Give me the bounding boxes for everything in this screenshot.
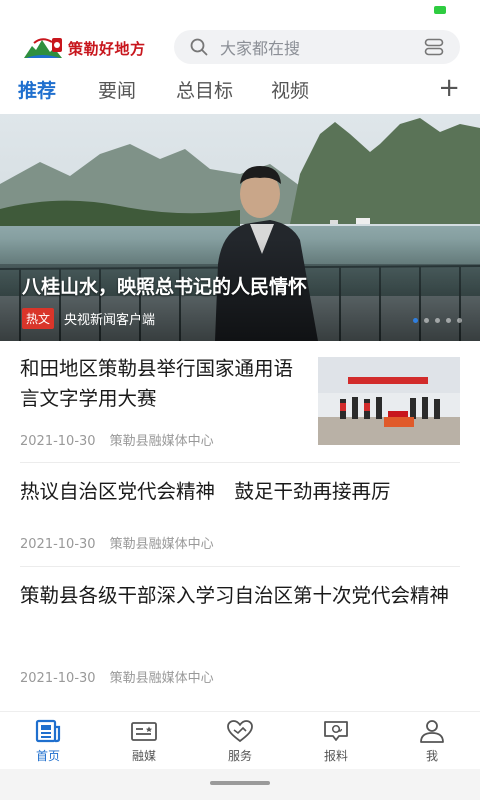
article-title: 策勒县各级干部深入学习自治区第十次党代会精神 xyxy=(20,584,450,607)
user-profile-icon xyxy=(420,720,444,743)
article-meta: 2021-10-30 策勒县融媒体中心 xyxy=(20,667,214,686)
tab-recommend[interactable]: 推荐 xyxy=(18,76,56,103)
nav-media[interactable]: 融媒 xyxy=(109,718,179,764)
carousel-dot[interactable] xyxy=(424,318,429,323)
banner-photo xyxy=(0,114,480,341)
article-title: 热议自治区党代会精神 鼓足干劲再接再厉 xyxy=(20,480,391,503)
add-channel-icon[interactable]: + xyxy=(438,74,460,102)
banner-meta: 热文 央视新闻客户端 xyxy=(22,308,155,329)
nav-label: 融媒 xyxy=(131,749,156,763)
article-meta: 2021-10-30 策勒县融媒体中心 xyxy=(20,533,214,552)
report-chat-icon xyxy=(324,721,348,741)
app-logo[interactable]: 策勒好地方 xyxy=(22,32,146,64)
battery-icon xyxy=(434,6,446,14)
divider xyxy=(20,462,460,463)
logo-text: 策勒好地方 xyxy=(68,39,146,58)
headline-banner[interactable]: 八桂山水，映照总书记的人民情怀 热文 央视新闻客户端 xyxy=(0,114,480,341)
news-list-item[interactable]: 策勒县各级干部深入学习自治区第十次党代会精神 2021-10-30 策勒县融媒体中… xyxy=(20,581,460,691)
carousel-dot[interactable] xyxy=(457,318,462,323)
article-source: 策勒县融媒体中心 xyxy=(109,537,214,552)
news-list-item[interactable]: 和田地区策勒县举行国家通用语言文字学用大赛 2021-10-30 策勒县融媒体中心 xyxy=(20,354,460,454)
nav-label: 服务 xyxy=(227,749,252,763)
nav-report[interactable]: 报料 xyxy=(301,718,371,764)
nav-service[interactable]: 服务 xyxy=(205,718,275,764)
news-list-item[interactable]: 热议自治区党代会精神 鼓足干劲再接再厉 2021-10-30 策勒县融媒体中心 xyxy=(20,477,460,557)
hot-tag-badge: 热文 xyxy=(22,308,55,329)
search-bar[interactable]: 大家都在搜 xyxy=(174,30,460,64)
article-source: 策勒县融媒体中心 xyxy=(109,671,214,686)
status-bar xyxy=(0,0,480,24)
search-icon xyxy=(190,38,208,56)
nav-label: 我 xyxy=(425,749,438,763)
divider xyxy=(20,566,460,567)
article-title: 和田地区策勒县举行国家通用语言文字学用大赛 xyxy=(20,357,294,410)
nav-profile[interactable]: 我 xyxy=(397,718,467,764)
tab-video[interactable]: 视频 xyxy=(271,76,309,103)
nav-label: 报料 xyxy=(323,749,348,763)
home-indicator[interactable] xyxy=(210,781,270,785)
tab-overall-goal[interactable]: 总目标 xyxy=(176,76,233,103)
carousel-indicator xyxy=(407,318,462,323)
article-date: 2021-10-30 xyxy=(20,537,96,552)
article-thumbnail xyxy=(318,357,460,445)
carousel-dot[interactable] xyxy=(435,318,440,323)
logo-mountain-icon xyxy=(24,38,62,58)
carousel-dot[interactable] xyxy=(446,318,451,323)
media-card-icon xyxy=(131,722,157,741)
nav-label: 首页 xyxy=(35,749,60,763)
article-date: 2021-10-30 xyxy=(20,671,96,686)
channel-tabs: 推荐 要闻 总目标 视频 + xyxy=(0,72,480,112)
news-home-icon xyxy=(35,719,61,743)
search-placeholder: 大家都在搜 xyxy=(220,39,301,58)
article-date: 2021-10-30 xyxy=(20,434,96,449)
nav-home[interactable]: 首页 xyxy=(13,718,83,764)
gesture-bar xyxy=(0,769,480,800)
carousel-dot[interactable] xyxy=(413,318,418,323)
tab-news[interactable]: 要闻 xyxy=(98,76,136,103)
top-bar: 策勒好地方 大家都在搜 xyxy=(0,24,480,72)
banner-source: 央视新闻客户端 xyxy=(64,313,156,328)
bottom-navigation: 首页 融媒 服务 报料 我 xyxy=(0,711,480,769)
heart-service-icon xyxy=(227,720,253,743)
article-source: 策勒县融媒体中心 xyxy=(109,434,214,449)
banner-title: 八桂山水，映照总书记的人民情怀 xyxy=(22,276,308,298)
article-meta: 2021-10-30 策勒县融媒体中心 xyxy=(20,430,214,449)
scan-icon[interactable] xyxy=(424,38,444,56)
